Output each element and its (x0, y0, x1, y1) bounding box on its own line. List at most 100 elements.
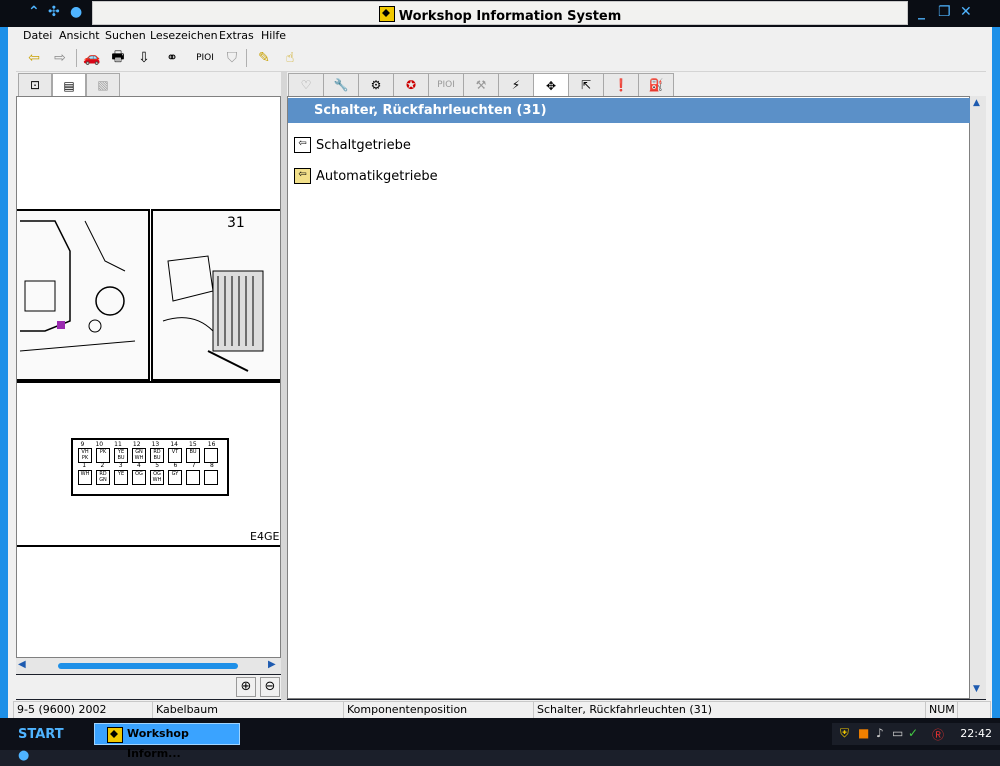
pioi-tab-label: PIOI (437, 80, 455, 90)
title-box: Workshop Information System (92, 1, 908, 25)
shield-icon[interactable]: ⛨ (840, 726, 849, 741)
highlight-icon[interactable]: ✎ (254, 48, 274, 68)
forward-arrow-icon[interactable]: ⇨ (50, 48, 70, 68)
window-title: Workshop Information System (398, 9, 622, 24)
speaker-icon[interactable]: ♪ (876, 726, 884, 740)
taskbar-item-workshop[interactable]: Workshop Inform... (94, 723, 240, 760)
tray-green-icon[interactable]: ✓ (908, 726, 918, 740)
tab-tool-list[interactable]: ⚒ (463, 73, 499, 96)
pin-number: 11 (114, 441, 122, 448)
menu-extras[interactable]: Extras (219, 29, 254, 42)
pioi-button[interactable]: PIOI (192, 48, 218, 68)
tab-tools[interactable]: 🔧 (323, 73, 359, 96)
system-menu-icon[interactable]: ⌃ (28, 4, 40, 20)
start-button[interactable]: START ● (4, 724, 78, 763)
menu-suchen[interactable]: Suchen (105, 29, 146, 42)
maximize-button[interactable]: ❐ (938, 4, 951, 20)
close-button[interactable]: ✕ (960, 4, 972, 20)
pin-number: 16 (207, 441, 216, 448)
image-icon: ▧ (97, 78, 109, 92)
download-icon[interactable]: ⇩ (134, 48, 154, 68)
tab-tree[interactable]: ⊡ (18, 73, 52, 96)
gear-icon: ⚙ (370, 78, 382, 92)
status-bar: 9-5 (9600) 2002 Kabelbaum Komponentenpos… (13, 700, 991, 719)
zoom-out-icon[interactable]: ⊖ (260, 677, 280, 697)
pin-numbers-bottom: 1 2 3 4 5 6 7 8 (75, 462, 221, 469)
pin-number: 6 (173, 462, 178, 469)
pin-cell: GN WH (132, 448, 146, 463)
content-header: Schalter, Rückfahrleuchten (31) (288, 98, 971, 123)
tab-pioi[interactable]: PIOI (428, 73, 464, 96)
tab-body[interactable]: ♡ (288, 73, 324, 96)
pin-cell (204, 448, 218, 463)
tab-electrical[interactable]: ⚡ (498, 73, 534, 96)
diagram-frame-connector: 31 (151, 209, 280, 381)
tab-warnings[interactable]: ❗ (603, 73, 639, 96)
component-location-drawing (19, 220, 136, 352)
scroll-left-icon[interactable]: ◀ (18, 659, 26, 670)
menu-hilfe[interactable]: Hilfe (261, 29, 286, 42)
status-item: Schalter, Rückfahrleuchten (31) (533, 701, 928, 719)
diagram-horizontal-scrollbar[interactable]: ◀ ▶ (16, 658, 281, 674)
pin-number: 3 (118, 462, 123, 469)
tab-document[interactable]: ▤ (52, 73, 86, 97)
tab-bulletins[interactable]: ⛽ (638, 73, 674, 96)
content-vertical-scrollbar[interactable]: ▲ ▼ (970, 96, 986, 699)
pin-cell: YE (114, 470, 128, 485)
pointer-icon[interactable]: ☝ (280, 48, 300, 68)
diagram-code: E4GE (250, 530, 280, 543)
pin-cell: RD GN (96, 470, 110, 485)
status-model: 9-5 (9600) 2002 (13, 701, 154, 719)
scroll-down-icon[interactable]: ▼ (973, 684, 980, 694)
pin-cell: OG (132, 470, 146, 485)
tab-image[interactable]: ▧ (86, 73, 120, 96)
vehicle-icon[interactable]: 🚗 (82, 48, 102, 68)
tab-component-position[interactable]: ✥ (533, 73, 569, 97)
pin-number: 4 (136, 462, 141, 469)
print-icon[interactable]: 🖶 (108, 48, 128, 68)
pin-number: 10 (95, 441, 104, 448)
scroll-right-icon[interactable]: ▶ (268, 659, 276, 670)
tab-export[interactable]: ⇱ (568, 73, 604, 96)
back-arrow-icon[interactable]: ⇦ (24, 48, 44, 68)
restore-layout-icon[interactable]: ✣ (48, 4, 60, 20)
pin-cell (186, 470, 200, 485)
scroll-up-icon[interactable]: ▲ (973, 98, 980, 108)
start-icon: ● (18, 748, 30, 763)
zoom-in-icon[interactable]: ⊕ (236, 677, 256, 697)
pin-cell: WH (78, 470, 92, 485)
tab-row: ⊡ ▤ ▧ ♡ 🔧 ⚙ ✪ PIOI ⚒ ⚡ ✥ ⇱ ❗ ⛽ (16, 72, 986, 97)
pin-cell: PK (96, 448, 110, 463)
tree-icon: ⊡ (29, 78, 41, 92)
link-schaltgetriebe[interactable]: ⇦ Schaltgetriebe (294, 137, 411, 153)
zoom-toolbar: ⊕ ⊖ (16, 675, 286, 699)
toolbar: ⇦ ⇨ 🚗 🖶 ⇩ ⚭ PIOI ⛉ ✎ ☝ (16, 45, 986, 72)
filter-icon[interactable]: ⛉ (222, 48, 242, 68)
link-label: Schaltgetriebe (316, 137, 411, 153)
network-icon[interactable]: ▭ (892, 726, 903, 740)
binoculars-icon[interactable]: ⚭ (162, 48, 182, 68)
export-icon: ⇱ (580, 78, 592, 92)
pin-numbers-top: 9 10 11 12 13 14 15 16 (75, 441, 221, 448)
link-automatikgetriebe[interactable]: ⇦ Automatikgetriebe (294, 168, 438, 184)
tab-diagnostics[interactable]: ✪ (393, 73, 429, 96)
pin-cell: YE BU (114, 448, 128, 463)
pin-number: 14 (170, 441, 178, 448)
clock: 22:42 (960, 727, 992, 740)
wrench-icon: 🔧 (333, 78, 349, 92)
scroll-thumb[interactable] (58, 663, 238, 669)
drop-icon[interactable]: ● (70, 4, 82, 20)
menu-lesezeichen[interactable]: Lesezeichen (150, 29, 218, 42)
pin-number: 9 (80, 441, 85, 448)
app-icon (107, 727, 123, 743)
menu-datei[interactable]: Datei (23, 29, 52, 42)
tray-app-icon[interactable]: ■ (858, 726, 869, 740)
diagram-frame-left (17, 209, 150, 381)
diagram-divider (17, 381, 280, 383)
minimize-button[interactable]: _ (918, 4, 925, 20)
antivirus-icon[interactable]: Ⓡ (932, 726, 944, 743)
tab-engine[interactable]: ⚙ (358, 73, 394, 96)
menu-ansicht[interactable]: Ansicht (59, 29, 100, 42)
taskbar: START ● Workshop Inform... ⛨ ■ ♪ ▭ ✓ Ⓡ 2… (0, 718, 1000, 763)
menu-bar: Datei Ansicht Suchen Lesezeichen Extras … (16, 27, 986, 45)
